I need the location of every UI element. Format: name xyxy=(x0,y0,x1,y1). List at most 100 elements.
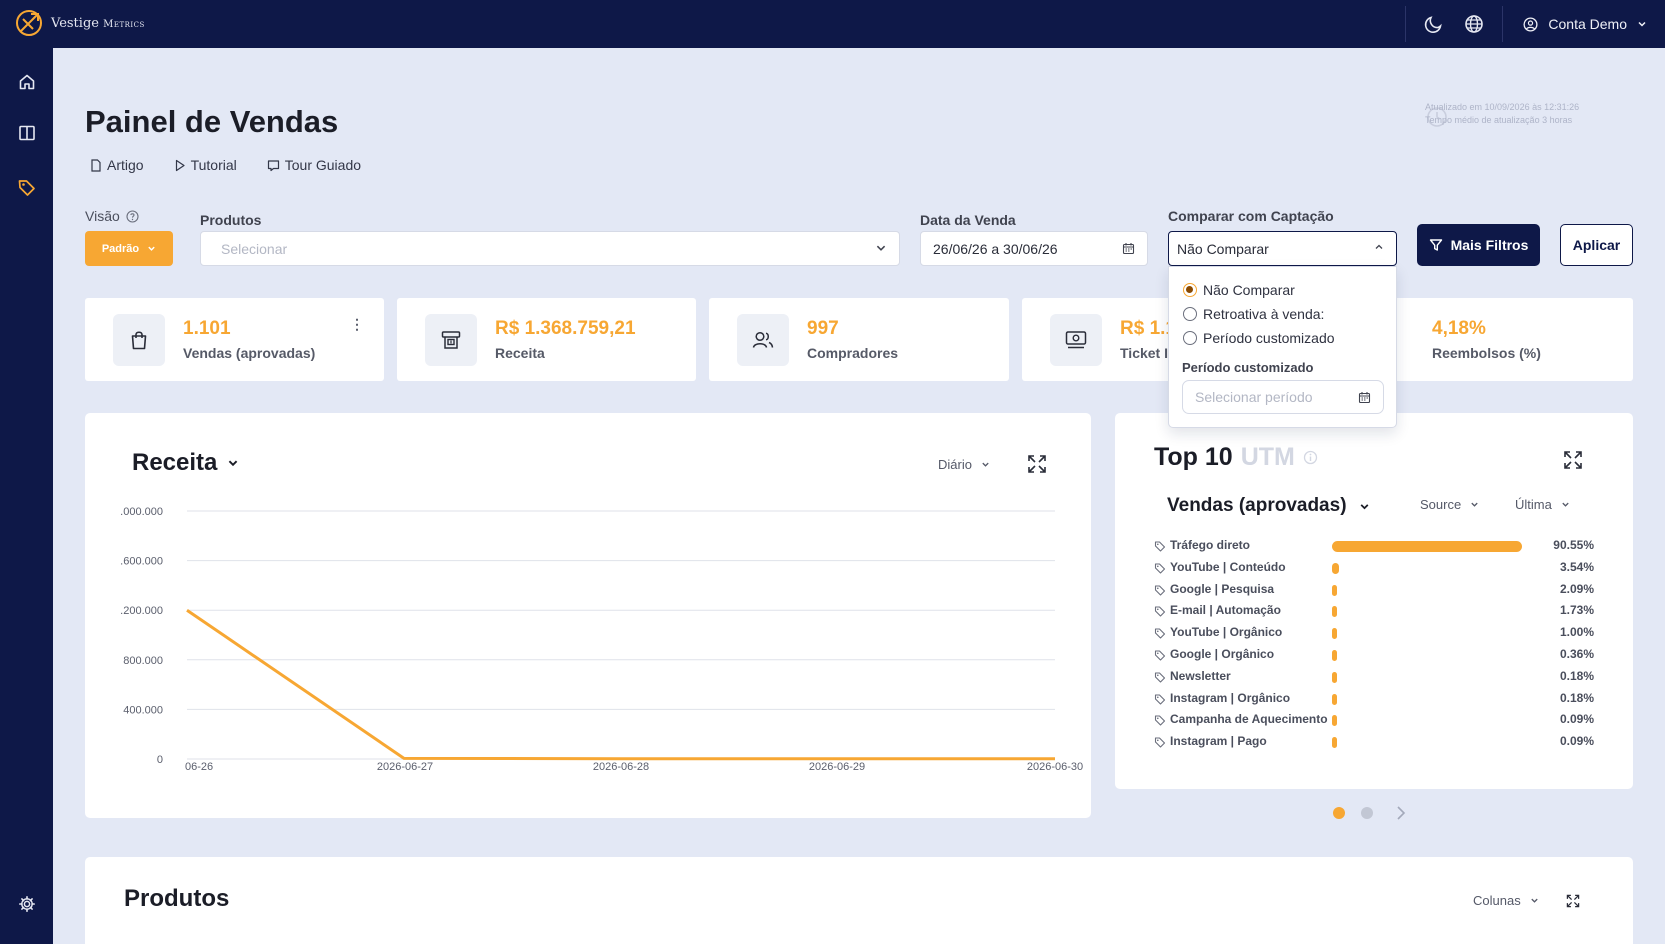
radio[interactable] xyxy=(1183,331,1197,345)
chevron-down-icon xyxy=(1531,898,1538,903)
x-tick-label: 2026-06-28 xyxy=(593,761,649,773)
utm-row-pct: 0.09% xyxy=(1559,712,1594,727)
stat-value: 997 xyxy=(807,318,839,339)
utm-row-bar xyxy=(1332,650,1337,661)
stat-label: Reembolsos (%) xyxy=(1432,345,1541,361)
mais-filtros-label: Mais Filtros xyxy=(1450,237,1529,253)
utm-row[interactable]: Google | Pesquisa 2.09% xyxy=(1154,581,1594,599)
option-retroativa[interactable]: Retroativa à venda: xyxy=(1183,306,1324,322)
chevron-right-icon[interactable] xyxy=(1394,805,1408,821)
utm-row[interactable]: E-mail | Automação 1.73% xyxy=(1154,602,1594,620)
link-tutorial[interactable]: Tutorial xyxy=(174,157,237,173)
utm-row-name: YouTube | Orgânico xyxy=(1170,625,1283,640)
utm-row-pct: 2.09% xyxy=(1559,581,1594,596)
aplicar-button[interactable]: Aplicar xyxy=(1560,224,1633,266)
utm-metric-label: Vendas (aprovadas) xyxy=(1167,495,1347,516)
option-periodo-customizado[interactable]: Período customizado xyxy=(1183,330,1335,346)
utm-row-pct: 0.09% xyxy=(1559,734,1594,749)
y-tick-label: 0 xyxy=(157,754,163,766)
utm-row-bar xyxy=(1332,715,1337,727)
stat-label: Ticket I xyxy=(1120,345,1168,361)
comparar-dropdown: Não Comparar Retroativa à venda: Período… xyxy=(1168,266,1397,428)
utm-row-name: Instagram | Orgânico xyxy=(1170,690,1291,705)
stat-label: Receita xyxy=(495,345,545,361)
mais-filtros-button[interactable]: Mais Filtros xyxy=(1417,224,1540,266)
visao-select[interactable]: Padrão xyxy=(85,231,173,266)
link-tour-guiado-label: Tour Guiado xyxy=(284,157,362,173)
data-venda-input[interactable]: 26/06/26 a 30/06/26 xyxy=(920,231,1148,266)
utm-metric-select[interactable]: Vendas (aprovadas) xyxy=(1167,495,1370,517)
expand-icon[interactable] xyxy=(1563,450,1583,470)
utm-row[interactable]: Instagram | Pago 0.09% xyxy=(1154,733,1594,751)
utm-row[interactable]: Tráfego direto 90.55% xyxy=(1154,537,1594,555)
y-tick-label: 800.000 xyxy=(123,655,163,667)
layout-icon[interactable] xyxy=(13,119,41,147)
utm-touch-select[interactable]: Última xyxy=(1515,497,1570,512)
utm-source-select[interactable]: Source xyxy=(1420,497,1479,512)
series-line[interactable] xyxy=(186,608,1056,761)
utm-row-pct: 0.36% xyxy=(1559,647,1594,661)
link-tour-guiado[interactable]: Tour Guiado xyxy=(267,157,361,173)
utm-row-pct: 90.55% xyxy=(1553,538,1594,552)
chevron-down-icon xyxy=(1360,503,1368,509)
stat-card-receita: R$ 1.368.759,21 Receita xyxy=(397,298,696,381)
carousel-dot-active[interactable] xyxy=(1333,807,1345,819)
update-info: Atualizado em 10/09/2026 às 12:31:26 Tem… xyxy=(1425,102,1580,125)
stat-value: R$ 1.368.759,21 xyxy=(495,318,636,339)
expand-icon[interactable] xyxy=(1566,894,1580,908)
tag-icon[interactable] xyxy=(13,174,41,202)
x-tick-label: 2026-06-27 xyxy=(377,761,433,773)
utm-row[interactable]: Campanha de Aquecimento 0.09% xyxy=(1154,711,1594,729)
tag-icon xyxy=(1154,715,1166,726)
gear-icon[interactable] xyxy=(13,890,41,918)
produtos-placeholder: Selecionar xyxy=(221,240,288,257)
chevron-down-icon xyxy=(876,245,886,251)
globe-icon[interactable] xyxy=(1454,0,1494,48)
utm-row-pct: 3.54% xyxy=(1559,559,1594,574)
tag-icon xyxy=(1154,563,1166,574)
utm-panel: Top 10 UTM Vendas (aprovadas) Source Últ… xyxy=(1115,413,1633,789)
sidebar xyxy=(0,48,53,944)
shopping-bag-icon xyxy=(113,314,165,366)
option-label: Retroativa à venda: xyxy=(1203,306,1325,322)
option-label: Período customizado xyxy=(1203,330,1335,346)
link-artigo-label: Artigo xyxy=(107,157,144,173)
stat-value: 1.101 xyxy=(183,318,231,339)
help-icon[interactable] xyxy=(126,209,139,223)
utm-row-bar xyxy=(1332,541,1523,552)
calendar-icon xyxy=(1122,243,1135,255)
option-nao-comparar[interactable]: Não Comparar xyxy=(1183,282,1295,298)
utm-row[interactable]: YouTube | Conteúdo 3.54% xyxy=(1154,559,1594,577)
account-label: Conta Demo xyxy=(1548,16,1627,32)
radio[interactable] xyxy=(1183,307,1197,321)
comparar-select[interactable]: Não Comparar xyxy=(1168,231,1397,266)
stat-label: Compradores xyxy=(807,345,899,361)
data-venda-value: 26/06/26 a 30/06/26 xyxy=(933,240,1058,257)
logo-icon xyxy=(16,10,42,36)
radio-selected[interactable] xyxy=(1183,283,1197,297)
aplicar-label: Aplicar xyxy=(1572,237,1621,253)
carousel-dot[interactable] xyxy=(1361,807,1373,819)
tag-icon xyxy=(1154,585,1166,596)
stat-card-vendas: 1.101 Vendas (aprovadas) ⋮ xyxy=(85,298,384,381)
x-tick-label: 06-26 xyxy=(185,761,213,773)
utm-row[interactable]: YouTube | Orgânico 1.00% xyxy=(1154,624,1594,642)
utm-row[interactable]: Google | Orgânico 0.36% xyxy=(1154,646,1594,664)
link-artigo[interactable]: Artigo xyxy=(90,157,144,173)
utm-row[interactable]: Instagram | Orgânico 0.18% xyxy=(1154,690,1594,708)
moon-icon[interactable] xyxy=(1414,0,1454,48)
custom-period-input[interactable]: Selecionar período xyxy=(1182,380,1384,414)
utm-row[interactable]: Newsletter 0.18% xyxy=(1154,668,1594,686)
cash-register-icon xyxy=(425,314,477,366)
y-tick-label: .000.000 xyxy=(120,506,163,518)
columns-select[interactable]: Colunas xyxy=(1473,893,1539,908)
logo[interactable]: Vestige Metrics xyxy=(14,8,145,38)
utm-row-bar xyxy=(1332,693,1337,705)
more-options-icon[interactable]: ⋮ xyxy=(350,316,364,333)
logo-text: Vestige Metrics xyxy=(51,15,145,31)
info-icon[interactable] xyxy=(1303,450,1318,465)
account-menu[interactable]: Conta Demo xyxy=(1503,0,1665,48)
home-icon[interactable] xyxy=(13,68,41,96)
produtos-select[interactable]: Selecionar xyxy=(200,231,900,266)
produtos-label: Produtos xyxy=(200,212,262,228)
